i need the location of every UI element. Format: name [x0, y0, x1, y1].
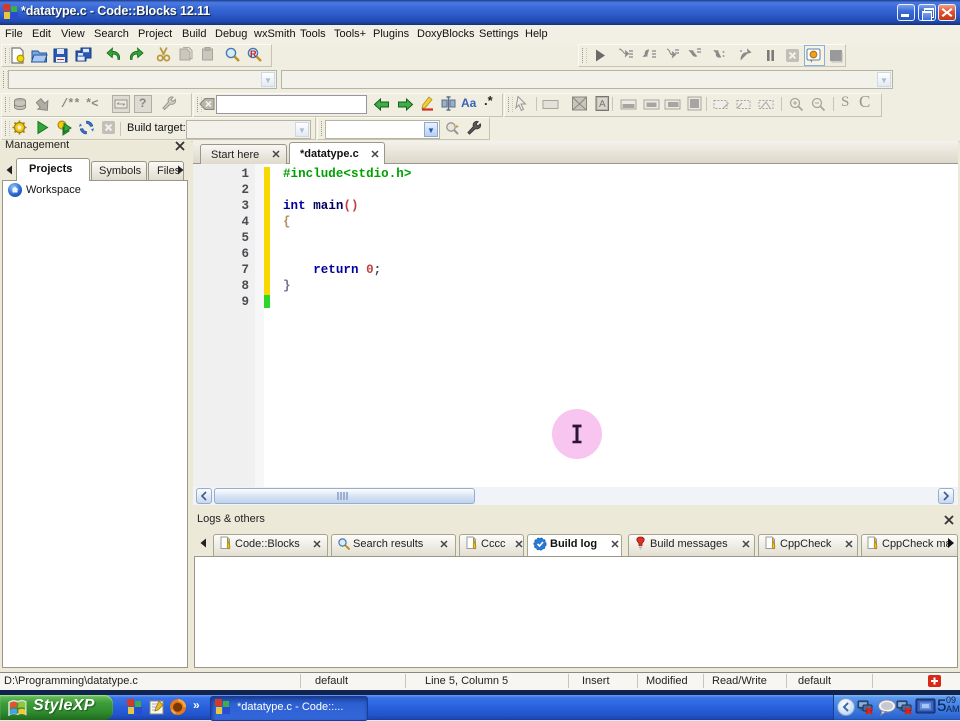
svg-text:R: R — [250, 49, 257, 59]
svg-text:A: A — [599, 99, 606, 110]
